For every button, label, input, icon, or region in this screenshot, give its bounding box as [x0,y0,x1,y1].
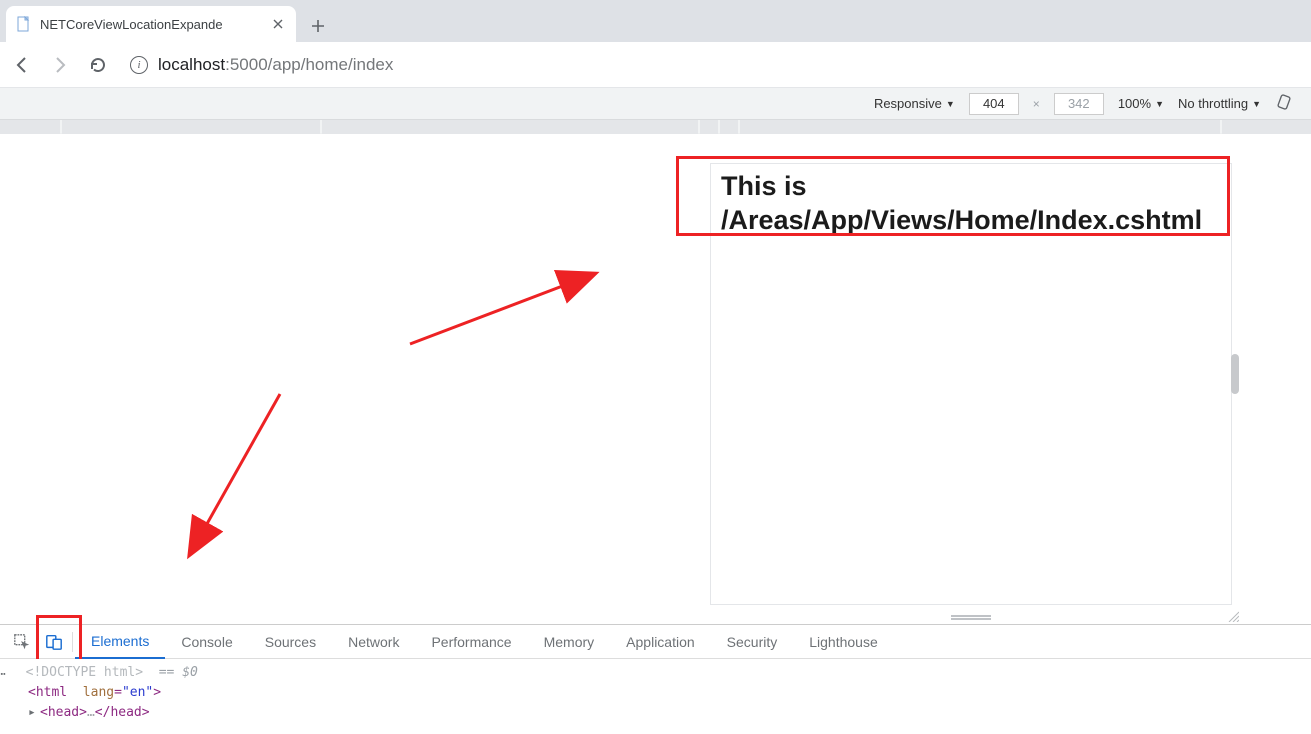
dimension-separator: × [1033,97,1040,111]
devtools-tab-application[interactable]: Application [610,625,711,659]
devtools-tab-network[interactable]: Network [332,625,415,659]
viewport-height-input[interactable] [1054,93,1104,115]
browser-tabstrip: NETCoreViewLocationExpande [0,0,1311,42]
inspect-element-icon[interactable] [6,626,38,658]
dom-node-head[interactable]: ▸<head>…</head> [10,703,1301,723]
page-favicon-icon [16,16,32,32]
scrollbar-thumb[interactable] [1231,354,1239,394]
forward-button[interactable] [48,53,72,77]
new-tab-button[interactable] [302,10,334,42]
devtools-tab-security[interactable]: Security [711,625,794,659]
devtools-tab-lighthouse[interactable]: Lighthouse [793,625,894,659]
browser-toolbar: i localhost:5000/app/home/index [0,42,1311,88]
device-mode-select[interactable]: Responsive▼ [874,96,955,111]
device-toolbar: Responsive▼ × 100%▼ No throttling▼ [0,88,1311,120]
dom-node-html[interactable]: <html lang="en"> [10,683,1301,703]
reload-button[interactable] [86,53,110,77]
throttling-select[interactable]: No throttling▼ [1178,96,1261,111]
devtools-tab-sources[interactable]: Sources [249,625,332,659]
dom-node-doctype[interactable]: <!DOCTYPE html> == $0 [10,663,1301,683]
viewport-ruler [0,120,1311,134]
rotate-icon[interactable] [1275,93,1293,114]
devtools-tab-memory[interactable]: Memory [528,625,611,659]
address-bar[interactable]: i localhost:5000/app/home/index [124,55,1301,75]
devtools-tabs: Elements Console Sources Network Perform… [0,625,1311,659]
overflow-dots-icon: ⋯ [0,665,7,685]
devtools-panel: Elements Console Sources Network Perform… [0,624,1311,733]
annotation-rectangle [676,156,1230,236]
annotation-rectangle [36,615,82,665]
site-info-icon[interactable]: i [130,56,148,74]
chevron-down-icon: ▼ [1252,99,1261,109]
chevron-down-icon: ▼ [1155,99,1164,109]
viewport-width-input[interactable] [969,93,1019,115]
viewport-stage: This is /Areas/App/Views/Home/Index.csht… [0,134,1311,624]
devtools-tab-console[interactable]: Console [165,625,248,659]
close-tab-icon[interactable] [270,16,286,32]
browser-tab[interactable]: NETCoreViewLocationExpande [6,6,296,42]
annotation-arrows [0,134,700,634]
devtools-tab-performance[interactable]: Performance [415,625,527,659]
back-button[interactable] [10,53,34,77]
resize-handle-corner[interactable] [1227,610,1239,622]
resize-handle-bottom[interactable] [711,612,1231,620]
chevron-down-icon: ▼ [946,99,955,109]
zoom-select[interactable]: 100%▼ [1118,96,1164,111]
devtools-tab-elements[interactable]: Elements [75,625,165,659]
dom-tree[interactable]: ⋯ <!DOCTYPE html> == $0 <html lang="en">… [0,659,1311,733]
browser-tab-title: NETCoreViewLocationExpande [40,17,262,32]
url-text: localhost:5000/app/home/index [158,55,393,75]
